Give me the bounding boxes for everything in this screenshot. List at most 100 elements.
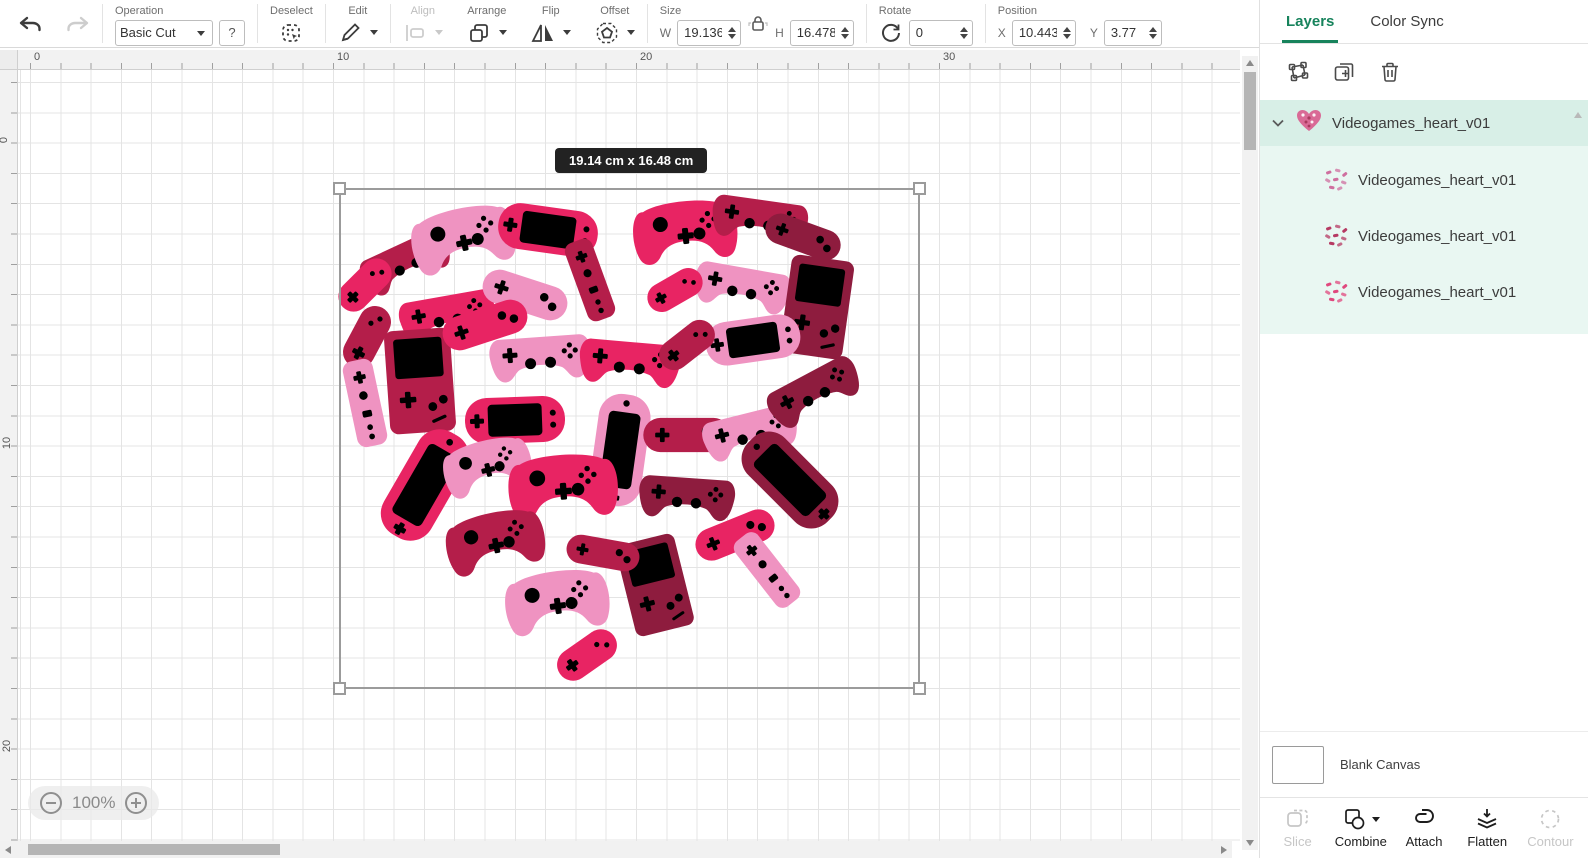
action-label: Attach [1405,834,1443,849]
layer-group: Videogames_heart_v01 Videogames_heart_v0… [1260,100,1588,334]
scroll-right-icon[interactable] [1221,846,1227,854]
vertical-scrollbar[interactable] [1242,56,1258,850]
arrange-icon[interactable] [467,21,491,45]
chevron-down-icon[interactable] [369,30,378,35]
blank-canvas-row[interactable]: Blank Canvas [1260,731,1588,797]
layer-item[interactable]: Videogames_heart_v01 [1260,264,1588,320]
height-field [789,19,854,46]
blank-canvas-thumbnail [1272,745,1324,784]
offset-icon[interactable] [595,21,619,45]
operation-help-button[interactable]: ? [219,19,245,46]
attach-icon [1409,807,1439,831]
selection-box[interactable] [333,182,926,695]
y-stepper[interactable] [1145,26,1161,39]
slice-button: Slice [1266,807,1329,849]
resize-handle-top-left[interactable] [333,182,346,195]
x-stepper[interactable] [1059,26,1075,39]
layer-item-label: Videogames_heart_v01 [1358,171,1517,189]
design-app: Operation Basic Cut ? Deselect Edit Alig… [0,0,1588,858]
flatten-icon [1474,807,1500,831]
edit-pencil-icon[interactable] [338,21,362,45]
scroll-left-icon[interactable] [5,846,11,854]
flip-icon[interactable] [531,21,555,45]
scroll-up-icon[interactable] [1246,60,1254,66]
contour-button: Contour [1519,807,1582,849]
layer-item[interactable]: Videogames_heart_v01 [1260,208,1588,264]
layer-item[interactable]: Videogames_heart_v01 [1260,152,1588,208]
height-input[interactable] [790,25,837,40]
resize-handle-top-right[interactable] [913,182,926,195]
ruler-h-label: 30 [943,51,956,63]
tab-color-sync[interactable]: Color Sync [1370,0,1443,43]
width-field [677,19,742,46]
combine-button[interactable]: Combine [1329,807,1392,849]
layers-panel: Layers Color Sync Videogames_heart_v01 V… [1259,0,1588,858]
horizontal-scrollbar[interactable] [0,841,1232,858]
resize-handle-bottom-right[interactable] [913,682,926,695]
layer-group-children: Videogames_heart_v01 Videogames_heart_v01… [1260,146,1588,334]
action-label: Flatten [1467,834,1508,849]
rotate-icon[interactable] [879,21,903,45]
height-stepper[interactable] [837,26,853,39]
resize-handle-bottom-left[interactable] [333,682,346,695]
operation-dropdown[interactable]: Basic Cut [115,19,213,46]
ruler-v-label: 10 [1,436,14,450]
rotate-label: Rotate [878,5,912,17]
canvas-area: 0 10 20 30 0 10 20 [0,48,1240,858]
flatten-button[interactable]: Flatten [1456,807,1519,849]
combine-icon [1342,807,1380,831]
duplicate-icon[interactable] [1332,60,1356,84]
zoom-out-icon[interactable] [40,792,62,814]
edit-label: Edit [348,5,368,17]
x-label: X [997,25,1006,40]
undo-icon[interactable] [18,15,44,37]
action-label: Contour [1527,834,1574,849]
panel-scroll-up-icon[interactable] [1574,112,1582,118]
layer-thumbnail [1325,280,1348,303]
layer-tools [1260,44,1588,96]
blank-canvas-label: Blank Canvas [1340,757,1421,772]
vertical-ruler: 0 10 20 [0,70,18,841]
x-field [1011,19,1076,46]
position-label: Position [997,5,1037,17]
attach-button[interactable]: Attach [1392,807,1455,849]
arrange-label: Arrange [467,5,507,17]
horizontal-scroll-thumb[interactable] [28,844,280,855]
layer-group-header[interactable]: Videogames_heart_v01 [1260,100,1588,146]
zoom-control: 100% [28,786,160,820]
chevron-down-icon[interactable] [562,30,571,35]
y-input[interactable] [1104,25,1145,40]
tab-layers[interactable]: Layers [1281,0,1339,43]
horizontal-ruler: 0 10 20 30 [0,50,1240,70]
flip-label: Flip [541,5,560,17]
trash-icon[interactable] [1378,60,1402,84]
y-field [1103,19,1162,46]
deselect-icon[interactable] [279,21,303,45]
width-stepper[interactable] [724,26,740,39]
zoom-in-icon[interactable] [125,792,148,814]
height-label: H [775,25,784,40]
y-label: Y [1089,25,1098,40]
vertical-scroll-thumb[interactable] [1244,72,1256,150]
group-icon[interactable] [1286,60,1310,84]
layer-item-label: Videogames_heart_v01 [1358,227,1517,245]
redo-icon[interactable] [64,15,90,37]
ruler-v-label: 0 [0,137,10,143]
layer-item-label: Videogames_heart_v01 [1358,283,1517,301]
zoom-level: 100% [72,793,116,812]
rotate-stepper[interactable] [956,26,972,39]
x-input[interactable] [1012,25,1059,40]
chevron-down-icon[interactable] [1270,115,1286,131]
offset-label: Offset [600,5,630,17]
scroll-down-icon[interactable] [1246,840,1254,846]
rotate-field [908,19,973,46]
rotate-input[interactable] [909,25,956,40]
operation-label: Operation [115,5,164,17]
layer-thumbnail [1325,224,1348,247]
size-lock[interactable] [747,15,769,46]
ruler-h-label: 10 [337,51,350,63]
chevron-down-icon[interactable] [626,30,635,35]
width-input[interactable] [678,25,725,40]
ruler-h-label: 20 [640,51,653,63]
chevron-down-icon[interactable] [498,30,507,35]
